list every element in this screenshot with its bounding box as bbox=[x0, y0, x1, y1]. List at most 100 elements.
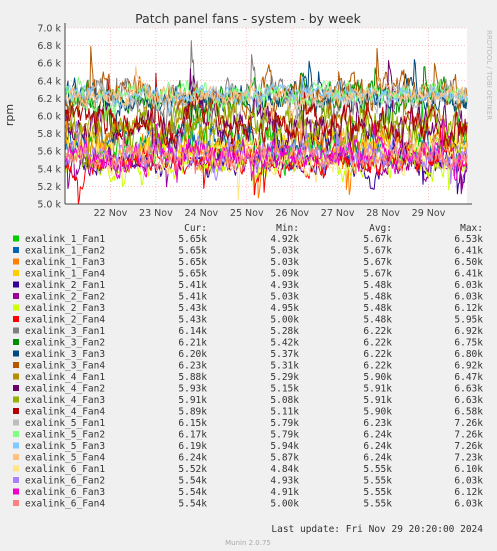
legend-swatch bbox=[13, 270, 19, 276]
chart-title: Patch panel fans - system - by week bbox=[135, 11, 361, 26]
x-tick-label: 24 Nov bbox=[184, 208, 218, 219]
legend-swatch bbox=[13, 442, 19, 449]
legend-value: 6.20k bbox=[178, 349, 207, 360]
x-tick-label: 29 Nov bbox=[412, 208, 446, 219]
legend-value: 6.19k bbox=[178, 441, 207, 452]
legend-value: 5.55k bbox=[363, 464, 392, 475]
legend-value: 5.65k bbox=[178, 246, 207, 257]
legend-value: 5.67k bbox=[363, 234, 392, 245]
legend-swatch bbox=[13, 327, 19, 334]
legend-value: 6.22k bbox=[363, 326, 392, 337]
legend-value: 4.84k bbox=[270, 464, 299, 475]
legend-value: 6.63k bbox=[454, 395, 483, 406]
x-tick-label: 25 Nov bbox=[230, 208, 264, 219]
legend-value: 5.15k bbox=[270, 384, 299, 395]
legend-value: 5.95k bbox=[454, 315, 483, 326]
legend-value: 5.65k bbox=[178, 234, 207, 245]
legend-value: 6.41k bbox=[454, 269, 483, 280]
last-update: Last update: Fri Nov 29 20:20:00 2024 bbox=[271, 524, 483, 535]
legend-value: 7.26k bbox=[454, 441, 483, 452]
side-watermark: RRDTOOL / TOBI OETIKER bbox=[485, 30, 493, 120]
legend-value: 5.79k bbox=[270, 430, 299, 441]
legend-series-name: exalink_4_Fan1 bbox=[25, 372, 105, 383]
legend-column-header: Cur: bbox=[184, 223, 207, 234]
legend-value: 5.65k bbox=[178, 257, 207, 268]
legend-swatch bbox=[13, 454, 19, 460]
legend-value: 5.29k bbox=[270, 372, 299, 383]
legend-series-name: exalink_1_Fan3 bbox=[25, 257, 105, 268]
legend-series-name: exalink_6_Fan2 bbox=[25, 476, 105, 487]
legend-swatch bbox=[13, 465, 19, 472]
x-tick-label: 27 Nov bbox=[321, 208, 355, 219]
legend-column-header: Avg: bbox=[369, 223, 392, 234]
legend-value: 6.10k bbox=[454, 464, 483, 475]
legend-swatch bbox=[13, 293, 19, 299]
legend-value: 6.24k bbox=[178, 453, 207, 464]
legend-swatch bbox=[13, 500, 19, 506]
legend-value: 5.48k bbox=[363, 292, 392, 303]
legend-series-name: exalink_6_Fan3 bbox=[25, 487, 105, 498]
legend-value: 6.23k bbox=[178, 361, 207, 372]
legend-value: 6.21k bbox=[178, 338, 207, 349]
legend-column-header: Max: bbox=[460, 223, 483, 234]
legend-value: 6.03k bbox=[454, 499, 483, 510]
legend-value: 5.48k bbox=[363, 280, 392, 291]
legend-value: 5.41k bbox=[178, 280, 207, 291]
legend-swatch bbox=[13, 258, 19, 265]
legend-value: 5.65k bbox=[178, 269, 207, 280]
y-tick-label: 6.6 k bbox=[37, 59, 61, 70]
legend-value: 6.47k bbox=[454, 372, 483, 383]
legend-value: 7.26k bbox=[454, 430, 483, 441]
legend-value: 5.08k bbox=[270, 395, 299, 406]
legend-value: 5.91k bbox=[178, 395, 207, 406]
legend-value: 5.48k bbox=[363, 315, 392, 326]
legend-swatch bbox=[13, 373, 19, 380]
legend-swatch bbox=[13, 408, 19, 414]
legend-value: 5.00k bbox=[270, 499, 299, 510]
legend-value: 5.90k bbox=[363, 407, 392, 418]
legend-value: 5.03k bbox=[270, 292, 299, 303]
legend-series-name: exalink_2_Fan3 bbox=[25, 303, 105, 314]
legend-value: 5.93k bbox=[178, 384, 207, 395]
y-tick-label: 6.2 k bbox=[37, 94, 61, 105]
legend-series-name: exalink_3_Fan4 bbox=[25, 361, 105, 372]
y-tick-label: 5.8 k bbox=[37, 129, 61, 140]
x-tick-label: 23 Nov bbox=[139, 208, 173, 219]
y-tick-label: 5.2 k bbox=[37, 182, 61, 193]
legend-value: 6.03k bbox=[454, 476, 483, 487]
legend-value: 6.17k bbox=[178, 430, 207, 441]
legend-value: 5.87k bbox=[270, 453, 299, 464]
legend-series-name: exalink_5_Fan3 bbox=[25, 441, 105, 452]
legend-value: 5.11k bbox=[270, 407, 299, 418]
legend-value: 5.43k bbox=[178, 303, 207, 314]
legend-value: 5.03k bbox=[270, 246, 299, 257]
legend-value: 5.52k bbox=[178, 464, 207, 475]
legend-value: 5.67k bbox=[363, 257, 392, 268]
legend-series-name: exalink_1_Fan4 bbox=[25, 269, 105, 280]
legend-value: 5.09k bbox=[270, 269, 299, 280]
legend-value: 5.55k bbox=[363, 476, 392, 487]
legend-value: 6.24k bbox=[363, 430, 392, 441]
legend-value: 4.91k bbox=[270, 487, 299, 498]
x-tick-label: 28 Nov bbox=[366, 208, 400, 219]
legend-value: 6.41k bbox=[454, 246, 483, 257]
legend-swatch bbox=[13, 477, 19, 483]
legend-series-name: exalink_6_Fan1 bbox=[25, 464, 105, 475]
legend-series-name: exalink_3_Fan3 bbox=[25, 349, 105, 360]
legend-series-name: exalink_2_Fan4 bbox=[25, 315, 105, 326]
legend-value: 6.22k bbox=[363, 338, 392, 349]
y-tick-label: 6.0 k bbox=[37, 112, 61, 123]
legend-value: 5.31k bbox=[270, 361, 299, 372]
legend-value: 6.80k bbox=[454, 349, 483, 360]
x-tick-label: 26 Nov bbox=[275, 208, 309, 219]
legend-value: 5.54k bbox=[178, 487, 207, 498]
legend-value: 6.75k bbox=[454, 338, 483, 349]
legend-series-name: exalink_2_Fan1 bbox=[25, 280, 105, 291]
legend-value: 6.24k bbox=[363, 453, 392, 464]
legend-value: 6.58k bbox=[454, 407, 483, 418]
legend-value: 6.23k bbox=[363, 418, 392, 429]
legend-swatch bbox=[13, 419, 19, 426]
legend-value: 5.48k bbox=[363, 303, 392, 314]
legend-value: 5.37k bbox=[270, 349, 299, 360]
legend-value: 5.90k bbox=[363, 372, 392, 383]
